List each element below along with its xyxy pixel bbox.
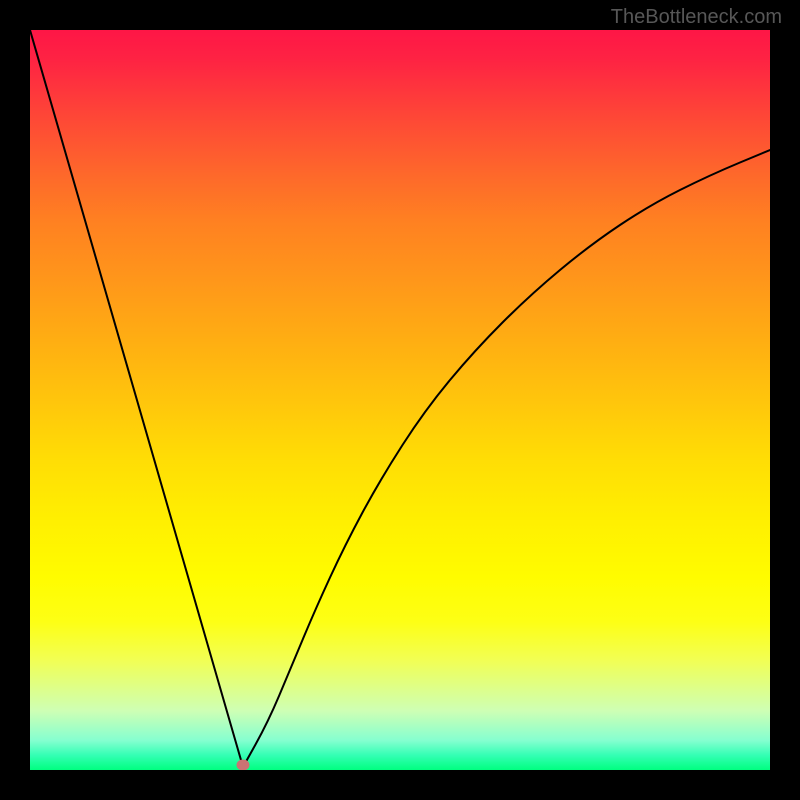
chart-plot-area xyxy=(30,30,770,770)
optimum-marker xyxy=(237,760,250,771)
watermark-text: TheBottleneck.com xyxy=(611,6,782,29)
bottleneck-curve xyxy=(30,30,770,770)
